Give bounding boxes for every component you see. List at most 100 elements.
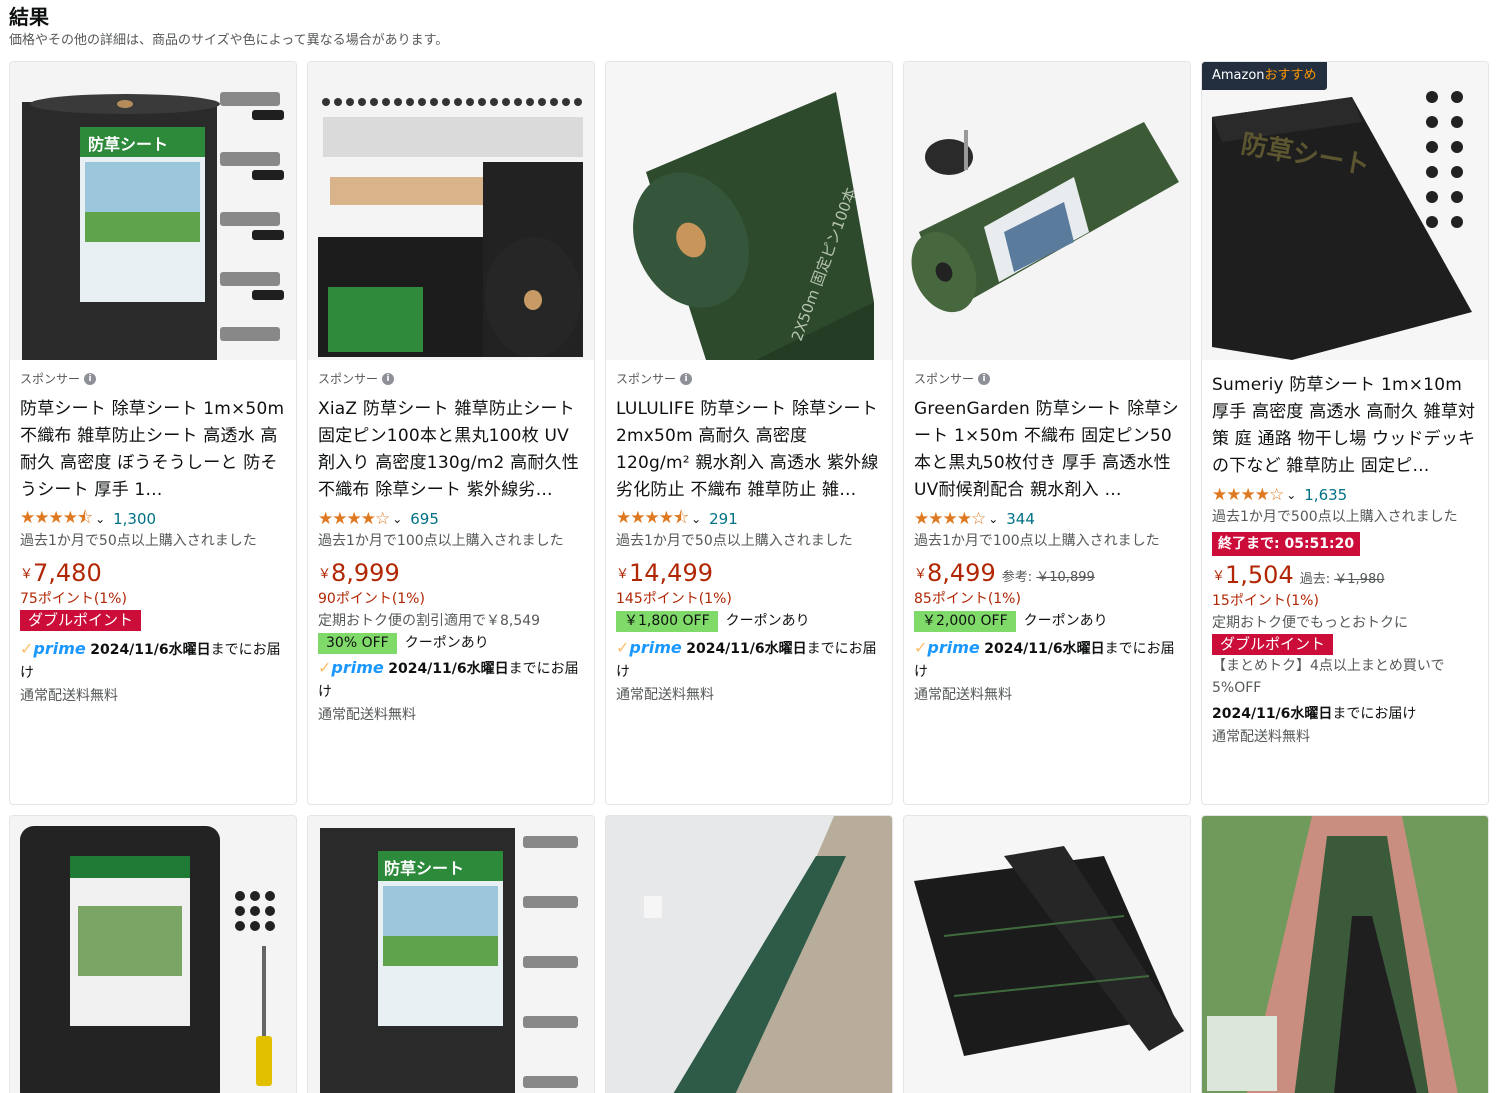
rating-row[interactable]: ★★★★☆ ⌄ 695 <box>318 508 586 530</box>
bought-text: 過去1か月で500点以上購入されました <box>1212 509 1458 525</box>
delivery-info: ✓prime 2024/11/6水曜日までにお届け <box>318 658 579 700</box>
price[interactable]: ￥8,999 <box>318 558 400 588</box>
coupon-row[interactable]: ￥1,800 OFF クーポンあり <box>616 610 884 632</box>
price-row[interactable]: ￥1,504 過去: ￥1,980 <box>1212 560 1480 590</box>
info-icon[interactable]: i <box>84 373 97 385</box>
product-title[interactable]: 防草シート 除草シート 1m×50m 不織布 雑草防止シート 高透水 高耐久 高… <box>20 396 288 504</box>
product-card-10[interactable] <box>1201 815 1489 1093</box>
price[interactable]: ￥7,480 <box>20 558 102 588</box>
product-card-4[interactable]: スポンサー i GreenGarden 防草シート 除草シート 1×50m 不織布… <box>903 61 1191 805</box>
product-image-1[interactable]: 防草シート <box>10 62 296 360</box>
price-row[interactable]: ￥14,499 <box>616 558 884 588</box>
points-text: 15ポイント(1%) <box>1212 593 1319 609</box>
product-card-5[interactable]: 防草シート Amazonおすすめ Sumeriy 防草シート 1m×10m 厚手… <box>1201 61 1489 805</box>
price-row[interactable]: ￥8,999 <box>318 558 586 588</box>
product-image-3[interactable]: 2X50m 固定ピン100本 <box>606 62 892 360</box>
points-text: 145ポイント(1%) <box>616 591 732 607</box>
prime-logo: ✓prime <box>20 639 86 658</box>
product-title[interactable]: Sumeriy 防草シート 1m×10m 厚手 高密度 高透水 高耐久 雑草対策… <box>1212 372 1480 480</box>
svg-text:防草シート: 防草シート <box>88 135 168 154</box>
product-image-8[interactable] <box>606 816 892 1093</box>
results-title: 結果 <box>9 5 49 29</box>
rating-row[interactable]: ★★★★⯪ ⌄ 291 <box>616 508 884 530</box>
product-image-6[interactable] <box>10 816 296 1093</box>
shipping-text: 通常配送料無料 <box>616 687 714 703</box>
info-icon[interactable]: i <box>680 373 693 385</box>
shipping-text: 通常配送料無料 <box>914 687 1012 703</box>
svg-text:防草シート: 防草シート <box>384 859 464 878</box>
star-rating-icon[interactable]: ★★★★☆ <box>1212 485 1284 505</box>
chevron-down-icon[interactable]: ⌄ <box>988 512 998 526</box>
star-rating-icon[interactable]: ★★★★☆ <box>914 509 986 529</box>
price[interactable]: ￥8,499 <box>914 558 996 588</box>
double-point-badge: ダブルポイント <box>20 610 142 631</box>
deal-timer-badge: 終了まで: 05:51:20 <box>1212 532 1361 556</box>
product-card-6[interactable] <box>9 815 297 1093</box>
product-image-4[interactable] <box>904 62 1190 360</box>
bulk-discount-text[interactable]: 【まとめトク】4点以上まとめ買いで5%OFF <box>1212 655 1480 699</box>
sponsored-label[interactable]: スポンサー i <box>914 370 1182 388</box>
coupon-badge[interactable]: 30% OFF <box>318 632 397 654</box>
product-image-5[interactable]: 防草シート Amazonおすすめ <box>1202 62 1488 360</box>
price-row[interactable]: ￥7,480 <box>20 558 288 588</box>
reference-price: 過去: ￥1,980 <box>1299 572 1385 587</box>
sponsored-label[interactable]: スポンサー i <box>318 370 586 388</box>
delivery-info: ✓prime 2024/11/6水曜日までにお届け <box>616 638 877 680</box>
bought-text: 過去1か月で50点以上購入されました <box>616 533 853 549</box>
info-icon[interactable]: i <box>978 373 991 385</box>
product-title[interactable]: GreenGarden 防草シート 除草シート 1×50m 不織布 固定ピン50… <box>914 396 1182 504</box>
product-image-10[interactable] <box>1202 816 1488 1093</box>
subscribe-text: 定期おトク便でもっとおトクに <box>1212 615 1408 631</box>
review-count-link[interactable]: 291 <box>709 510 738 528</box>
price-row[interactable]: ￥8,499 参考: ￥10,899 <box>914 558 1182 588</box>
prime-logo: ✓prime <box>616 638 682 657</box>
product-card-1[interactable]: 防草シート スポンサー i 防草シート 除草シート 1m×50m 不織布 雑草防… <box>9 61 297 805</box>
rating-row[interactable]: ★★★★☆ ⌄ 1,635 <box>1212 484 1480 506</box>
rating-row[interactable]: ★★★★⯪ ⌄ 1,300 <box>20 508 288 530</box>
points-text: 75ポイント(1%) <box>20 591 127 607</box>
product-title[interactable]: LULULIFE 防草シート 除草シート 2mx50m 高耐久 高密度 120g… <box>616 396 884 504</box>
coupon-row[interactable]: 30% OFF クーポンあり <box>318 632 586 654</box>
product-image-7[interactable]: 防草シート <box>308 816 594 1093</box>
shipping-text: 通常配送料無料 <box>20 688 118 704</box>
price[interactable]: ￥1,504 <box>1212 560 1294 590</box>
review-count-link[interactable]: 344 <box>1006 510 1035 528</box>
coupon-badge[interactable]: ￥2,000 OFF <box>914 610 1016 632</box>
coupon-badge[interactable]: ￥1,800 OFF <box>616 610 718 632</box>
amazon-choice-badge: Amazonおすすめ <box>1202 62 1327 90</box>
sponsored-label[interactable]: スポンサー i <box>616 370 884 388</box>
star-rating-icon[interactable]: ★★★★☆ <box>318 509 390 529</box>
bought-text: 過去1か月で100点以上購入されました <box>914 533 1160 549</box>
results-subtitle: 価格やその他の詳細は、商品のサイズや色によって異なる場合があります。 <box>9 33 449 48</box>
info-icon[interactable]: i <box>382 373 395 385</box>
points-text: 85ポイント(1%) <box>914 591 1021 607</box>
review-count-link[interactable]: 695 <box>410 510 439 528</box>
double-point-badge: ダブルポイント <box>1212 634 1334 655</box>
product-card-3[interactable]: 2X50m 固定ピン100本 スポンサー i LULULIFE 防草シート 除草シ… <box>605 61 893 805</box>
delivery-info: 2024/11/6水曜日までにお届け <box>1212 706 1417 722</box>
chevron-down-icon[interactable]: ⌄ <box>691 512 701 526</box>
product-card-2[interactable]: スポンサー i XiaZ 防草シート 雑草防止シート 固定ピン100本と黒丸100… <box>307 61 595 805</box>
rating-row[interactable]: ★★★★☆ ⌄ 344 <box>914 508 1182 530</box>
shipping-text: 通常配送料無料 <box>318 707 416 723</box>
subscribe-text: 定期おトク便の割引適用で￥8,549 <box>318 613 541 629</box>
prime-logo: ✓prime <box>914 638 980 657</box>
review-count-link[interactable]: 1,635 <box>1304 486 1347 504</box>
delivery-info: ✓prime 2024/11/6水曜日までにお届け <box>914 638 1175 680</box>
sponsored-label[interactable]: スポンサー i <box>20 370 288 388</box>
review-count-link[interactable]: 1,300 <box>113 510 156 528</box>
product-image-9[interactable] <box>904 816 1190 1093</box>
bought-text: 過去1か月で50点以上購入されました <box>20 533 257 549</box>
coupon-row[interactable]: ￥2,000 OFF クーポンあり <box>914 610 1182 632</box>
chevron-down-icon[interactable]: ⌄ <box>392 512 402 526</box>
product-card-7[interactable]: 防草シート <box>307 815 595 1093</box>
chevron-down-icon[interactable]: ⌄ <box>1286 488 1296 502</box>
product-image-2[interactable] <box>308 62 594 360</box>
price[interactable]: ￥14,499 <box>616 558 713 588</box>
product-card-9[interactable] <box>903 815 1191 1093</box>
delivery-info: ✓prime 2024/11/6水曜日までにお届け <box>20 639 281 681</box>
product-card-8[interactable] <box>605 815 893 1093</box>
chevron-down-icon[interactable]: ⌄ <box>95 512 105 526</box>
product-title[interactable]: XiaZ 防草シート 雑草防止シート 固定ピン100本と黒丸100枚 UV剤入り… <box>318 396 586 504</box>
bought-text: 過去1か月で100点以上購入されました <box>318 533 564 549</box>
